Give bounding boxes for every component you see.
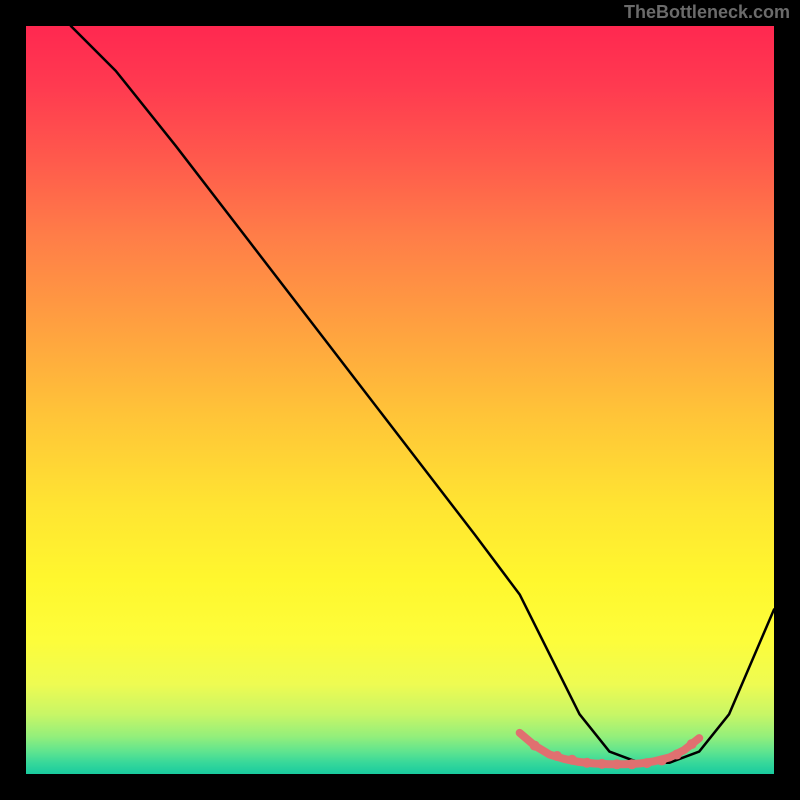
watermark-text: TheBottleneck.com bbox=[624, 2, 790, 23]
marker-dot bbox=[552, 751, 562, 761]
bottom-marker-curve bbox=[520, 733, 700, 764]
marker-dot bbox=[567, 755, 577, 765]
marker-dot bbox=[530, 741, 540, 751]
marker-dot bbox=[582, 758, 592, 768]
marker-dot bbox=[612, 759, 622, 769]
marker-dot bbox=[627, 759, 637, 769]
marker-dot bbox=[687, 739, 697, 749]
marker-dot bbox=[642, 758, 652, 768]
marker-dot bbox=[657, 756, 667, 766]
main-curve bbox=[71, 26, 774, 763]
chart-svg bbox=[26, 26, 774, 774]
marker-dot bbox=[672, 750, 682, 760]
marker-dot bbox=[597, 759, 607, 769]
plot-area bbox=[26, 26, 774, 774]
